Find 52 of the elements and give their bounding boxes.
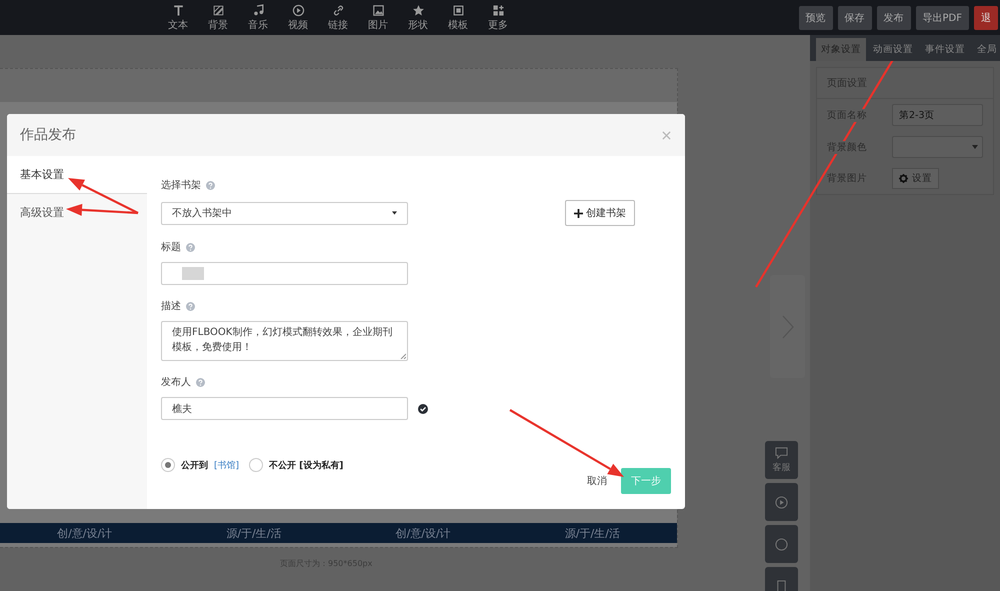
banner-text: 创/意/设/计 [56, 526, 114, 540]
toolbar-tool[interactable]: 文本 [163, 4, 193, 32]
visibility-radio[interactable]: 不公开 [设为私有] [249, 458, 344, 472]
color-select[interactable] [892, 136, 983, 158]
toolbar-button[interactable]: 退 [974, 6, 998, 30]
redaction-block [182, 267, 204, 280]
help-button[interactable] [765, 525, 798, 563]
toolbar-tool[interactable]: 更多 [483, 4, 513, 32]
toolbar-tool[interactable]: 背景 [203, 4, 233, 32]
gear-icon [899, 174, 908, 183]
close-icon[interactable] [662, 130, 671, 140]
description-field[interactable]: 使用FLBOOK制作，幻灯模式翻转效果，企业期刊模板，免费使用！ [161, 321, 408, 361]
plus-icon [574, 208, 583, 218]
caret-icon [972, 145, 978, 149]
field-label: 标题 [161, 240, 181, 254]
toolbar-tool[interactable]: 图片 [363, 4, 393, 32]
play-icon [775, 496, 788, 508]
toolbar-tool[interactable]: 模板 [443, 4, 473, 32]
create-shelf-button[interactable]: 创建书架 [565, 200, 635, 226]
publisher-field[interactable]: 樵夫 [161, 397, 408, 420]
banner-text: 创/意/设/计 [394, 526, 452, 540]
field-label: 描述 [161, 300, 181, 313]
toolbar-button[interactable]: 导出PDF [916, 6, 969, 30]
more-icon [492, 4, 504, 16]
toolbar-button[interactable]: 保存 [838, 6, 872, 30]
stripes-icon [212, 4, 224, 16]
caret-icon [392, 211, 397, 215]
banner-text: 源/于/生/活 [564, 526, 621, 540]
toolbar-tool[interactable]: 视频 [283, 4, 313, 32]
toolbar-tool[interactable]: 形状 [403, 4, 433, 32]
template-icon [452, 4, 464, 16]
toolbar-button[interactable]: 预览 [798, 6, 833, 30]
dialog-title: 作品发布 [20, 126, 76, 144]
visibility-radio[interactable]: 公开到 [书馆] [161, 458, 240, 472]
chat-icon [775, 446, 788, 459]
shelf-select[interactable]: 不放入书架中 [161, 202, 408, 224]
title-field[interactable] [161, 262, 408, 285]
banner-text: 源/于/生/活 [225, 526, 282, 540]
video-icon [292, 4, 304, 16]
nav-tab[interactable]: 基本设置 [7, 156, 147, 194]
text-icon [172, 4, 184, 16]
field-label: 发布人 [161, 376, 191, 389]
image-icon [372, 4, 384, 16]
field-label: 选择书架 [161, 178, 201, 192]
toolbar-tool[interactable]: 音乐 [243, 4, 273, 32]
toolbar-tool[interactable]: 链接 [323, 4, 353, 32]
toolbar-button[interactable]: 发布 [876, 6, 911, 30]
play-button[interactable] [765, 483, 798, 521]
resize-handle[interactable] [400, 353, 406, 359]
music-icon [252, 4, 264, 16]
link-icon [332, 4, 344, 16]
star-icon [412, 4, 424, 16]
